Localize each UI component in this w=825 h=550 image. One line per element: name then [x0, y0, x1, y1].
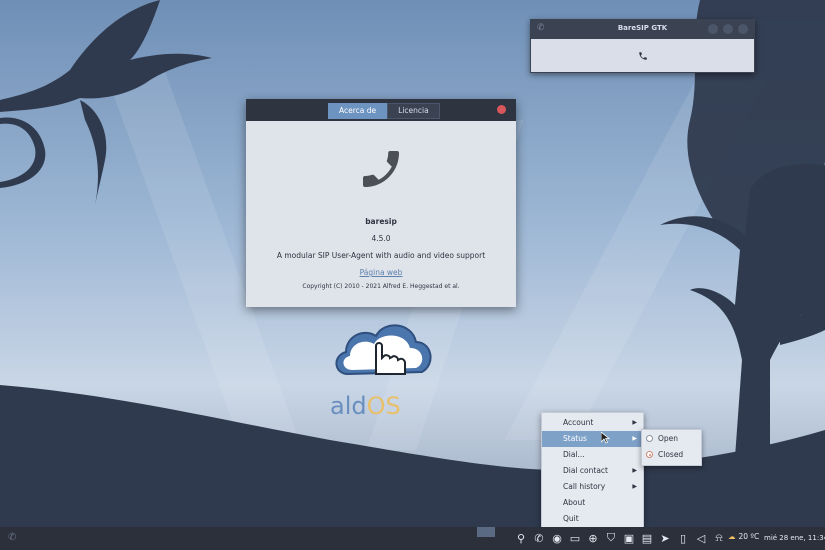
status-submenu[interactable]: Open Closed	[641, 429, 702, 466]
clock[interactable]: mié 28 ene, 11:34	[764, 534, 825, 542]
telegram-icon[interactable]: ➤	[659, 532, 671, 545]
tray-context-menu[interactable]: Account ▶ Status ▶ Dial... Dial contact ▶ C…	[541, 412, 644, 531]
status-option-open[interactable]: Open	[642, 431, 701, 447]
menu-item-dial[interactable]: Dial...	[542, 447, 643, 463]
shield-icon[interactable]: ⛉	[605, 531, 617, 545]
dialog-header: Acerca de Licencia	[246, 99, 516, 121]
baresip-tray-icon[interactable]: ✆	[533, 532, 545, 545]
menu-item-dial-contact[interactable]: Dial contact ▶	[542, 463, 643, 479]
submenu-arrow-icon: ▶	[632, 419, 637, 426]
close-button[interactable]	[497, 105, 506, 114]
about-dialog[interactable]: Acerca de Licencia baresip 4.5.0 A modul…	[246, 99, 516, 307]
app-version: 4.5.0	[371, 234, 391, 243]
website-link[interactable]: Página web	[246, 268, 516, 277]
volume-icon[interactable]: ◁	[695, 532, 707, 545]
briefcase-icon[interactable]: ▤	[641, 532, 653, 545]
radio-button-selected[interactable]	[646, 451, 653, 458]
weather-icon: ☁	[728, 532, 736, 541]
system-tray: ⚲ ✆ ◉ ▭ ⊕ ⛉ ▣ ▤ ➤ ▯ ◁ ⍾	[515, 531, 725, 545]
app-logo	[246, 145, 516, 193]
tab-about[interactable]: Acerca de	[328, 103, 388, 119]
app-name: baresip	[365, 217, 397, 226]
window-titlebar[interactable]: ✆ BareSIP GTK	[531, 20, 754, 39]
maximize-button[interactable]	[723, 24, 733, 34]
tab-license[interactable]: Licencia	[387, 103, 440, 119]
submenu-arrow-icon: ▶	[632, 435, 637, 442]
copyright-text: Copyright (C) 2010 - 2021 Alfred E. Hegg…	[302, 283, 460, 290]
window-title: BareSIP GTK	[617, 24, 668, 32]
phone-icon	[363, 151, 399, 187]
radio-button[interactable]	[646, 435, 653, 442]
minimize-button[interactable]	[708, 24, 718, 34]
menu-item-call-history[interactable]: Call history ▶	[542, 479, 643, 495]
menu-item-account[interactable]: Account ▶	[542, 415, 643, 431]
notification-icon[interactable]: ⍾	[713, 531, 725, 545]
mouse-cursor-icon	[601, 432, 610, 444]
baresip-launcher-icon[interactable]: ✆	[8, 532, 16, 543]
globe-icon[interactable]: ⊕	[587, 532, 599, 545]
taskbar-panel: ✆ ⚲ ✆ ◉ ▭ ⊕ ⛉ ▣ ▤ ➤ ▯ ◁ ⍾ ☁ 20 ºC mié 28…	[0, 527, 825, 550]
window-icon[interactable]: ▭	[569, 532, 581, 545]
baresip-gtk-window[interactable]: ✆ BareSIP GTK	[530, 19, 755, 73]
weather-widget[interactable]: ☁ 20 ºC	[728, 532, 759, 541]
taskbar-window-button[interactable]	[477, 527, 495, 537]
call-button[interactable]	[531, 39, 754, 72]
submenu-arrow-icon: ▶	[632, 483, 637, 490]
battery-icon[interactable]: ▯	[677, 532, 689, 545]
menu-item-status[interactable]: Status ▶	[542, 431, 643, 447]
status-option-closed[interactable]: Closed	[642, 447, 701, 463]
clipboard-icon[interactable]: ▣	[623, 532, 635, 545]
menu-item-quit[interactable]: Quit	[542, 511, 643, 527]
disc-icon[interactable]: ◉	[551, 532, 563, 545]
submenu-arrow-icon: ▶	[632, 467, 637, 474]
usb-icon[interactable]: ⚲	[515, 532, 527, 545]
close-button[interactable]	[738, 24, 748, 34]
menu-item-about[interactable]: About	[542, 495, 643, 511]
phone-icon	[638, 51, 647, 60]
aldos-wordmark: aldOS	[330, 392, 401, 420]
app-description: A modular SIP User-Agent with audio and …	[276, 251, 486, 260]
